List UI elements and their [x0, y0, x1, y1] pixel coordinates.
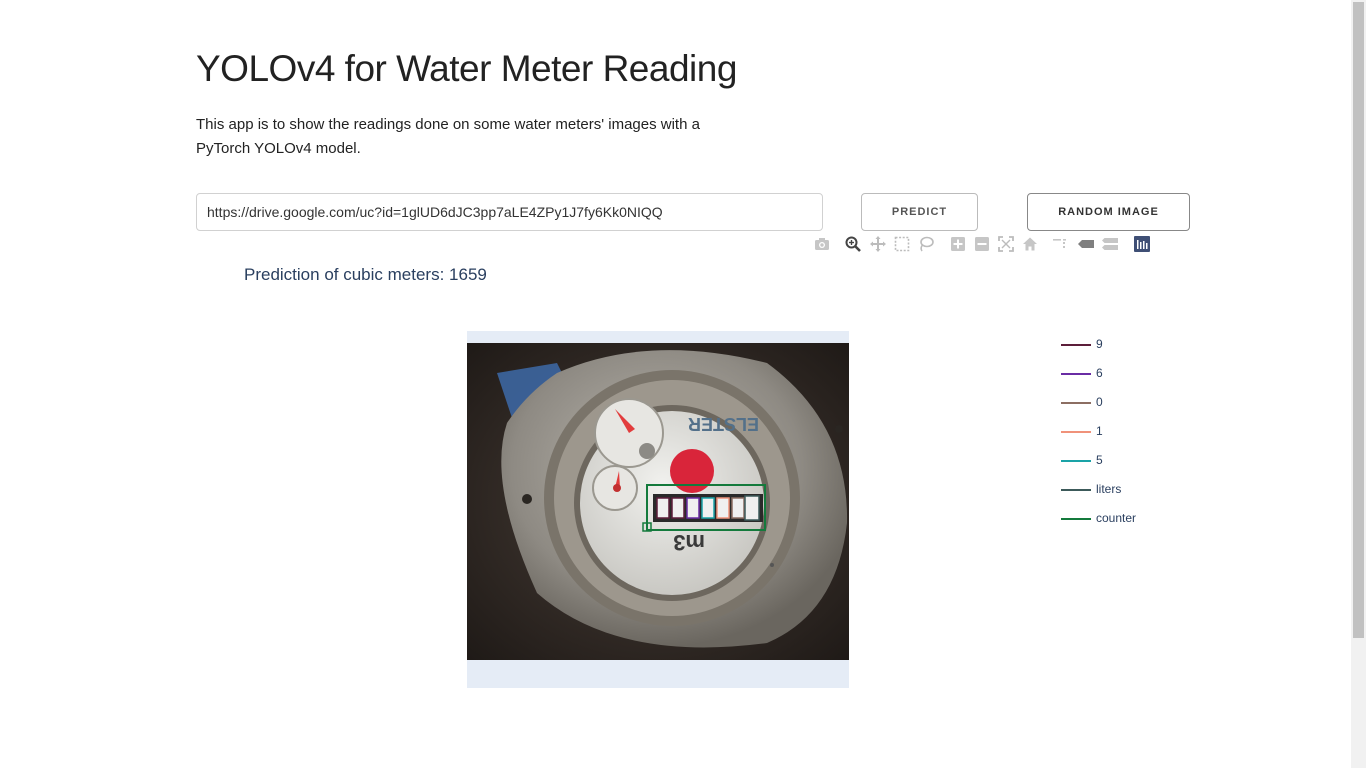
legend-item-9[interactable]: 9 [1061, 337, 1181, 355]
predict-button[interactable]: PREDICT [861, 193, 978, 231]
legend-label: 1 [1096, 424, 1103, 438]
legend-line [1061, 460, 1091, 462]
image-url-input[interactable] [196, 193, 823, 231]
page-title: YOLOv4 for Water Meter Reading [196, 48, 737, 89]
home-icon[interactable] [1022, 236, 1038, 252]
legend-item-6[interactable]: 6 [1061, 366, 1181, 384]
legend-line [1061, 373, 1091, 375]
box-select-icon[interactable] [894, 236, 910, 252]
zoom-icon[interactable] [845, 236, 861, 252]
legend-line [1061, 518, 1091, 520]
zoom-in-icon[interactable] [950, 236, 966, 252]
legend-label: liters [1096, 482, 1122, 496]
camera-icon[interactable] [814, 236, 830, 252]
unit-mark-text: m3 [673, 530, 705, 555]
plotly-logo-icon[interactable] [1134, 236, 1150, 252]
legend-label: 6 [1096, 366, 1103, 380]
legend-item-counter[interactable]: counter [1061, 511, 1181, 529]
legend-label: counter [1096, 511, 1137, 525]
autoscale-icon[interactable] [998, 236, 1014, 252]
spike-lines-icon[interactable] [1052, 236, 1068, 252]
page-scrollbar[interactable] [1351, 0, 1366, 768]
scrollbar-thumb[interactable] [1353, 2, 1364, 638]
legend-line [1061, 489, 1091, 491]
plot-modebar [0, 0, 1366, 252]
zoom-out-icon[interactable] [974, 236, 990, 252]
legend-line [1061, 344, 1091, 346]
legend-item-5[interactable]: 5 [1061, 453, 1181, 471]
lasso-select-icon[interactable] [918, 236, 934, 252]
hover-compare-icon[interactable] [1102, 236, 1118, 252]
legend-label: 0 [1096, 395, 1103, 409]
hover-closest-icon[interactable] [1078, 236, 1094, 252]
legend-line [1061, 402, 1091, 404]
legend-item-0[interactable]: 0 [1061, 395, 1181, 413]
prediction-result: Prediction of cubic meters: 1659 [244, 265, 487, 284]
app-description: This app is to show the readings done on… [196, 116, 700, 157]
legend-item-liters[interactable]: liters [1061, 482, 1181, 500]
meter-brand-text: ELSTER [688, 414, 759, 434]
random-image-button[interactable]: RANDOM IMAGE [1027, 193, 1190, 231]
water-meter-image: ELSTER m3 [467, 343, 849, 660]
pan-icon[interactable] [870, 236, 886, 252]
legend-label: 9 [1096, 337, 1103, 351]
legend-line [1061, 431, 1091, 433]
legend-item-1[interactable]: 1 [1061, 424, 1181, 442]
legend-label: 5 [1096, 453, 1103, 467]
